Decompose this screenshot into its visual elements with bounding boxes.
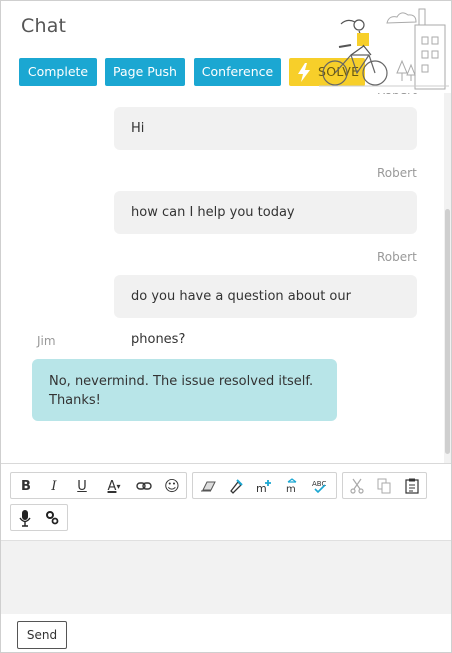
format-brush-icon[interactable] bbox=[225, 475, 247, 497]
svg-text:m: m bbox=[286, 484, 296, 494]
text-color-icon[interactable]: A ▾ bbox=[100, 475, 128, 497]
agent-message: Hi bbox=[114, 107, 417, 150]
visitor-message: No, nevermind. The issue resolved itself… bbox=[32, 359, 337, 421]
move-icon[interactable]: m bbox=[281, 475, 303, 497]
toolbar-group-misc bbox=[10, 504, 68, 531]
message-sender: Jim bbox=[37, 334, 56, 348]
link-icon[interactable] bbox=[133, 475, 155, 497]
agent-message: how can I help you today bbox=[114, 191, 417, 234]
chat-footer bbox=[1, 614, 451, 652]
paste-icon[interactable] bbox=[401, 475, 423, 497]
microphone-icon[interactable] bbox=[14, 507, 36, 529]
toolbar-group-text: B I U A ▾ ☺ bbox=[10, 472, 187, 499]
message-sender: Robert bbox=[377, 250, 417, 264]
agent-message: do you have a question about our phones? bbox=[114, 275, 417, 347]
message-input[interactable] bbox=[1, 540, 451, 614]
settings-icon[interactable] bbox=[41, 507, 63, 529]
chat-window: Robert Hi Robert how can I help you toda… bbox=[0, 0, 452, 653]
underline-icon[interactable]: U bbox=[71, 475, 93, 497]
lightning-icon bbox=[298, 63, 310, 82]
complete-button[interactable]: Complete bbox=[19, 58, 97, 86]
spellcheck-icon[interactable]: ABC bbox=[309, 475, 331, 497]
toolbar-group-format: m m ABC bbox=[192, 472, 337, 499]
message-sender: Robert bbox=[377, 166, 417, 180]
italic-icon[interactable]: I bbox=[43, 475, 65, 497]
insert-template-icon[interactable]: m bbox=[253, 475, 275, 497]
chat-header: Chat Complete Page Push Conference SOLVE bbox=[1, 1, 451, 93]
copy-icon[interactable] bbox=[373, 475, 395, 497]
formatting-toolbar: B I U A ▾ ☺ m m ABC bbox=[1, 463, 451, 540]
page-title: Chat bbox=[21, 15, 67, 37]
page-push-button[interactable]: Page Push bbox=[105, 58, 185, 86]
chat-scrollbar-thumb[interactable] bbox=[445, 209, 450, 454]
send-button[interactable]: Send bbox=[17, 621, 67, 649]
toolbar-group-clipboard bbox=[342, 472, 427, 499]
bold-icon[interactable]: B bbox=[15, 475, 37, 497]
eraser-icon[interactable] bbox=[197, 475, 219, 497]
cyclist-illustration bbox=[319, 8, 449, 90]
emoji-icon[interactable]: ☺ bbox=[161, 475, 183, 497]
conference-button[interactable]: Conference bbox=[194, 58, 281, 86]
cut-icon[interactable] bbox=[346, 475, 368, 497]
